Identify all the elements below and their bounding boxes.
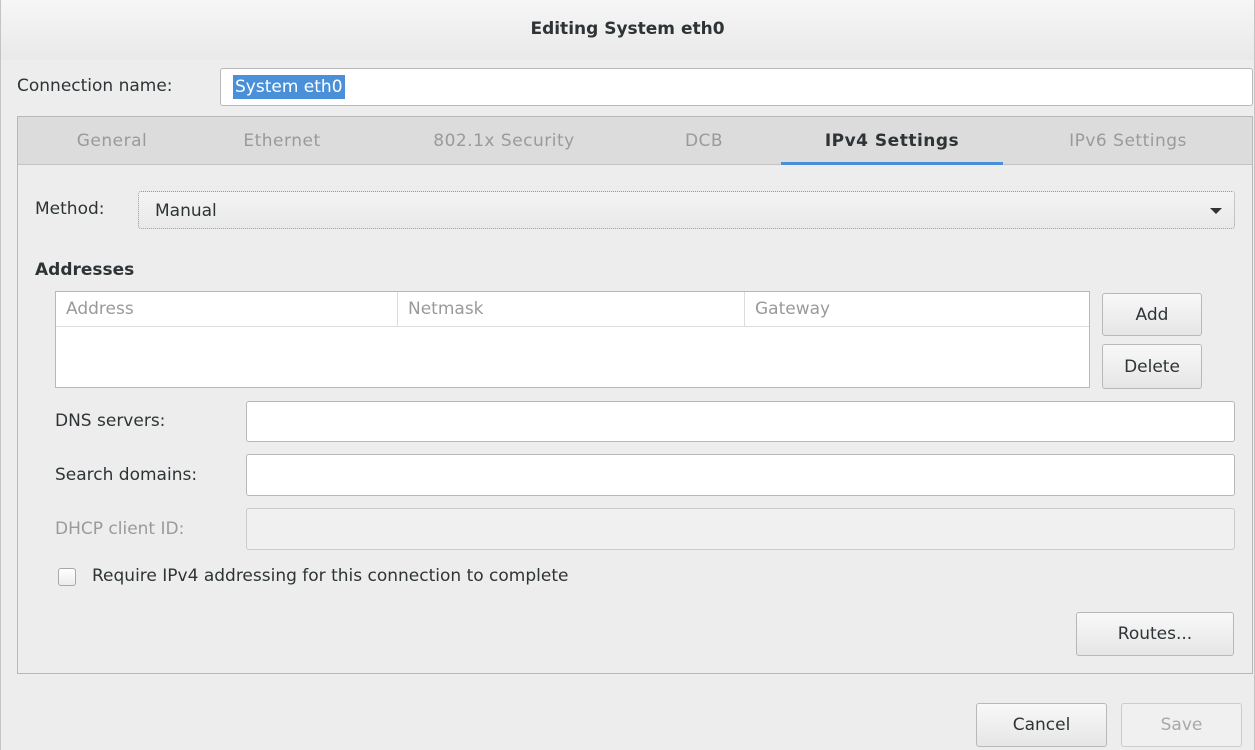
method-dropdown[interactable]: Manual	[138, 191, 1235, 229]
require-ipv4-label[interactable]: Require IPv4 addressing for this connect…	[92, 566, 568, 586]
dhcp-client-id-input[interactable]	[246, 508, 1235, 550]
dhcp-client-id-label: DHCP client ID:	[55, 519, 185, 539]
column-header-address[interactable]: Address	[56, 292, 398, 327]
method-label: Method:	[35, 199, 105, 219]
tab-dcb[interactable]: DCB	[662, 117, 746, 165]
search-domains-label: Search domains:	[55, 465, 198, 485]
connection-name-selected-text: System eth0	[233, 75, 345, 99]
tab-ipv4-settings[interactable]: IPv4 Settings	[781, 117, 1003, 165]
dialog-window: Editing System eth0 Connection name: Sys…	[0, 0, 1255, 750]
search-domains-input[interactable]	[246, 454, 1235, 496]
window-title: Editing System eth0	[530, 19, 725, 39]
column-header-gateway[interactable]: Gateway	[745, 292, 1089, 327]
tab-general[interactable]: General	[42, 117, 182, 165]
add-address-button[interactable]: Add	[1102, 293, 1202, 336]
tab-8021x-security[interactable]: 802.1x Security	[404, 117, 604, 165]
addresses-table-header: Address Netmask Gateway	[56, 292, 1089, 327]
tab-bar: General Ethernet 802.1x Security DCB IPv…	[18, 117, 1252, 165]
connection-name-input[interactable]	[220, 68, 1253, 106]
dns-servers-label: DNS servers:	[55, 411, 166, 431]
dns-servers-input[interactable]	[246, 401, 1235, 442]
column-header-netmask[interactable]: Netmask	[398, 292, 745, 327]
routes-button[interactable]: Routes...	[1076, 612, 1234, 656]
dropdown-arrow-icon	[1210, 208, 1222, 214]
addresses-section-title: Addresses	[35, 260, 135, 280]
tab-ipv6-settings[interactable]: IPv6 Settings	[1028, 117, 1228, 165]
connection-name-label: Connection name:	[17, 76, 173, 96]
save-button[interactable]: Save	[1121, 703, 1242, 747]
require-ipv4-checkbox[interactable]	[58, 568, 76, 586]
delete-address-button[interactable]: Delete	[1102, 344, 1202, 389]
tab-ethernet[interactable]: Ethernet	[212, 117, 352, 165]
title-bar[interactable]: Editing System eth0	[1, 0, 1254, 60]
method-selected-value: Manual	[155, 201, 217, 221]
cancel-button[interactable]: Cancel	[976, 703, 1107, 747]
addresses-table[interactable]: Address Netmask Gateway	[55, 291, 1090, 388]
settings-notebook: General Ethernet 802.1x Security DCB IPv…	[17, 116, 1253, 674]
